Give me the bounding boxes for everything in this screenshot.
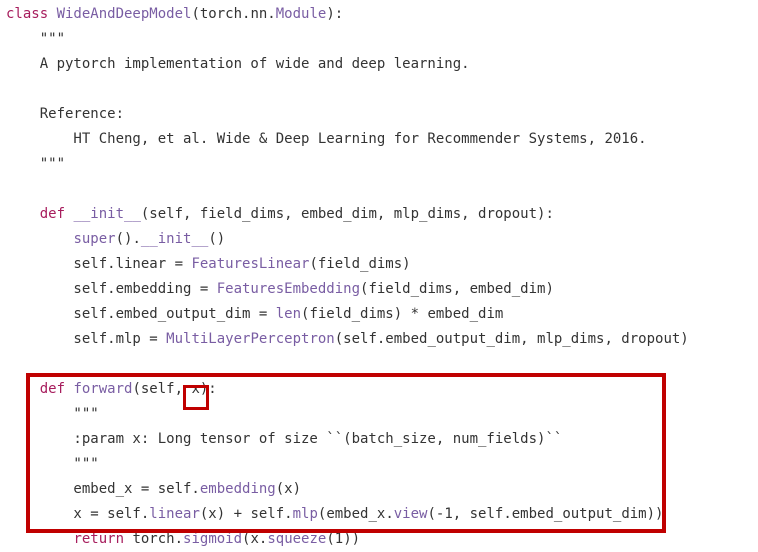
code-token: (embed_x. <box>317 506 394 522</box>
code-token: Reference: <box>6 106 125 122</box>
code-token: torch. <box>132 531 184 547</box>
code-line: """ <box>6 452 758 477</box>
code-line: Reference: <box>6 102 758 127</box>
code-line: """ <box>6 27 758 52</box>
code-token: """ <box>6 156 66 172</box>
code-token: MultiLayerPerceptron <box>166 331 335 347</box>
code-editor: class WideAndDeepModel(torch.nn.Module):… <box>6 2 758 552</box>
code-token: view <box>393 506 428 522</box>
code-token: mlp <box>292 506 318 522</box>
code-token: """ <box>6 31 66 47</box>
code-token: super <box>73 231 116 247</box>
code-token: return <box>73 531 133 547</box>
code-token: (x) + self. <box>199 506 293 522</box>
code-token: def <box>39 381 74 397</box>
code-line: """ <box>6 402 758 427</box>
code-token: (field_dims) <box>309 256 411 272</box>
code-line: def __init__(self, field_dims, embed_dim… <box>6 202 758 227</box>
code-line: A pytorch implementation of wide and dee… <box>6 52 758 77</box>
code-token: self.embedding = <box>6 281 217 297</box>
code-token: (self, field_dims, embed_dim, mlp_dims, … <box>140 206 554 222</box>
code-token: sigmoid <box>183 531 243 547</box>
code-token: def <box>39 206 74 222</box>
code-token: (1)) <box>326 531 361 547</box>
code-token: (torch.nn. <box>191 6 276 22</box>
code-line: super().__init__() <box>6 227 758 252</box>
code-token: """ <box>6 406 99 422</box>
code-token: (self, x): <box>132 381 217 397</box>
code-token: """ <box>6 456 99 472</box>
code-token: FeaturesEmbedding <box>216 281 361 297</box>
code-line: HT Cheng, et al. Wide & Deep Learning fo… <box>6 127 758 152</box>
code-token: Module <box>275 6 327 22</box>
code-line: self.linear = FeaturesLinear(field_dims) <box>6 252 758 277</box>
code-line: self.embedding = FeaturesEmbedding(field… <box>6 277 758 302</box>
code-token: self.mlp = <box>6 331 167 347</box>
code-token: () <box>208 231 226 247</box>
code-token: (self.embed_output_dim, mlp_dims, dropou… <box>334 331 689 347</box>
code-token: __init__ <box>73 206 141 222</box>
code-token: embed_x = self. <box>6 481 200 497</box>
code-line: x = self.linear(x) + self.mlp(embed_x.vi… <box>6 502 758 527</box>
code-line: self.embed_output_dim = len(field_dims) … <box>6 302 758 327</box>
code-token: (field_dims) * embed_dim <box>301 306 504 322</box>
code-token: len <box>275 306 302 322</box>
code-token: :param x: Long tensor of size ``(batch_s… <box>6 431 563 447</box>
code-token: squeeze <box>267 531 327 547</box>
code-token: WideAndDeepModel <box>56 6 192 22</box>
code-token: A pytorch implementation of wide and dee… <box>6 56 470 72</box>
code-token: self.embed_output_dim = <box>6 306 276 322</box>
code-token: linear <box>149 506 200 522</box>
code-line: class WideAndDeepModel(torch.nn.Module): <box>6 2 758 27</box>
code-line: :param x: Long tensor of size ``(batch_s… <box>6 427 758 452</box>
code-line: """ <box>6 152 758 177</box>
code-token: (x. <box>242 531 268 547</box>
code-line: self.mlp = MultiLayerPerceptron(self.emb… <box>6 327 758 352</box>
code-token: embedding <box>199 481 276 497</box>
code-token: __init__ <box>140 231 209 247</box>
code-token: (field_dims, embed_dim) <box>360 281 554 297</box>
code-line: return torch.sigmoid(x.squeeze(1)) <box>6 527 758 552</box>
code-token: FeaturesLinear <box>191 256 310 272</box>
code-token: forward <box>73 381 133 397</box>
code-token: (x) <box>275 481 302 497</box>
code-token: (-1, self.embed_output_dim)) <box>427 506 664 522</box>
code-token: x = self. <box>6 506 150 522</box>
code-token: (). <box>115 231 141 247</box>
code-token: ): <box>326 6 344 22</box>
code-line: embed_x = self.embedding(x) <box>6 477 758 502</box>
code-token: self.linear = <box>6 256 192 272</box>
code-line: def forward(self, x): <box>6 377 758 402</box>
code-token: class <box>6 6 57 22</box>
code-token: HT Cheng, et al. Wide & Deep Learning fo… <box>6 131 647 147</box>
